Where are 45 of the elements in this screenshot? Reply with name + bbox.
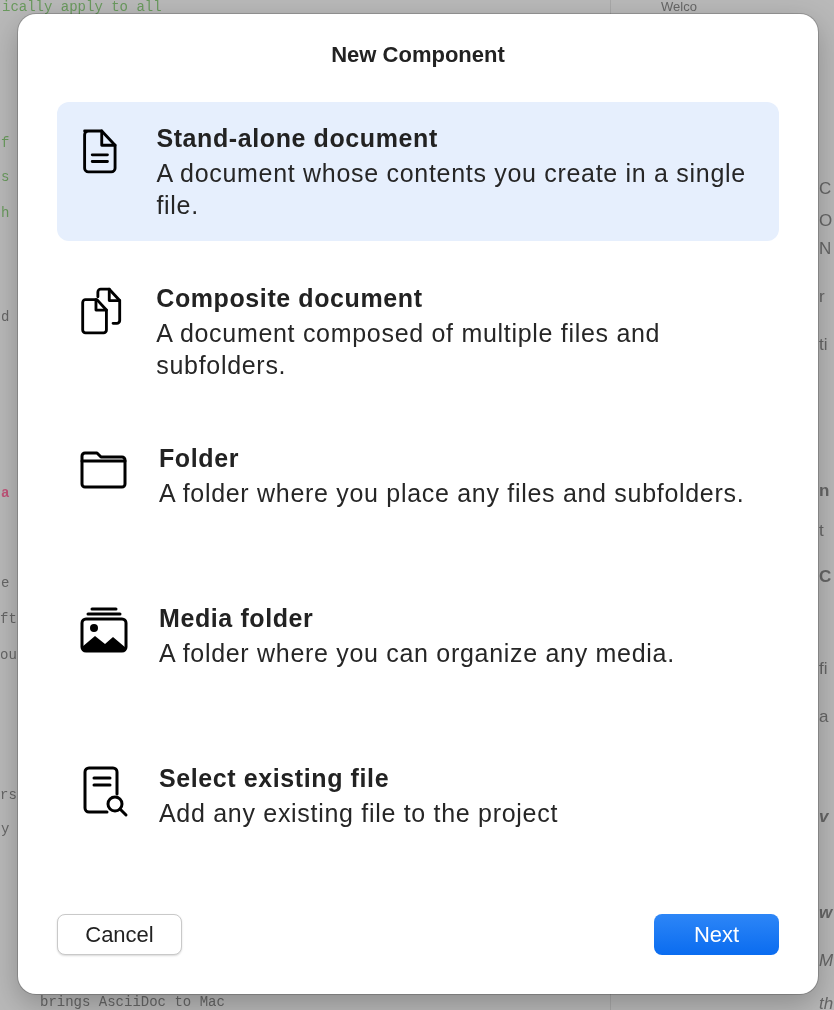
background-text: a — [1, 486, 10, 500]
background-text: f — [1, 136, 10, 150]
background-text: C — [819, 568, 832, 585]
background-text: N — [819, 240, 832, 257]
component-option[interactable]: Select existing file Add any existing file to the project — [57, 742, 779, 881]
background-text: fi — [819, 660, 828, 677]
component-option[interactable]: Stand-alone document A document whose contents you create in a single file. — [57, 102, 779, 241]
background-text: s — [1, 170, 10, 184]
option-title: Media folder — [159, 604, 315, 633]
component-option[interactable]: Folder A folder where you place any files and subfolders. — [57, 422, 779, 561]
background-text: t — [819, 522, 824, 539]
option-description: A folder where you can organize any media. — [159, 638, 675, 669]
background-text: ically apply to all — [2, 0, 162, 14]
option-description: A folder where you place any files and subfolders. — [159, 478, 745, 509]
background-text: rs — [0, 788, 17, 802]
background-text: C — [819, 180, 832, 197]
background-text: th — [819, 995, 834, 1010]
option-title: Select existing file — [159, 764, 391, 793]
background-text: brings AsciiDoc to Mac — [40, 995, 225, 1009]
component-option[interactable]: Media folder A folder where you can organize any media. — [57, 582, 779, 721]
dialog-title: New Component — [331, 42, 505, 68]
option-description: A document composed of multiple files and subfolders. — [156, 318, 662, 381]
background-text: ti — [819, 336, 828, 353]
option-description: Add any existing file to the project — [159, 798, 559, 829]
background-text: ou — [0, 648, 17, 662]
background-text: d — [1, 310, 10, 324]
background-text: e — [1, 576, 10, 590]
background-text: n — [819, 482, 830, 499]
background-text: ft — [0, 612, 17, 626]
background-text: O — [819, 212, 833, 229]
background-text: w — [819, 904, 833, 921]
option-title: Folder — [159, 444, 240, 473]
component-option[interactable]: Composite document A document composed of multiple files and subfolders. — [57, 262, 779, 401]
background-text: r — [819, 288, 825, 305]
background-text: M — [819, 952, 834, 969]
background-text: Welco — [661, 0, 697, 13]
background-text: v — [819, 808, 829, 825]
next-button[interactable]: Next — [654, 914, 779, 955]
background-text: a — [819, 708, 829, 725]
option-description: A document whose contents you create in a single file. — [156, 158, 747, 221]
background-text: y — [1, 822, 10, 836]
option-title: Stand-alone document — [156, 124, 439, 153]
background-text: h — [1, 206, 10, 220]
cancel-button[interactable]: Cancel — [57, 914, 182, 955]
option-title: Composite document — [156, 284, 424, 313]
